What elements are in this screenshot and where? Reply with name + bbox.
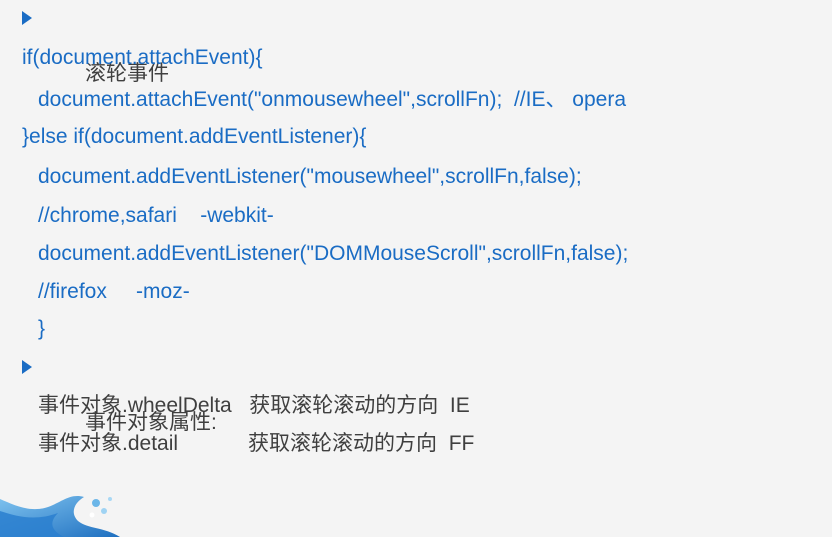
code-line: } xyxy=(38,317,46,340)
code-line: if(document.attachEvent){ xyxy=(22,46,263,69)
arrow-bullet-icon xyxy=(22,360,32,374)
code-comment-line: //chrome,safari -webkit- xyxy=(38,204,274,227)
code-line: document.addEventListener("DOMMouseScrol… xyxy=(38,242,629,265)
code-line: document.addEventListener("mousewheel",s… xyxy=(38,165,582,188)
code-comment-line: //firefox -moz- xyxy=(38,280,190,303)
slide: 滚轮事件 if(document.attachEvent){ document.… xyxy=(0,0,832,537)
wave-splash-icon xyxy=(0,496,120,537)
property-line: 事件对象.wheelDelta 获取滚轮滚动的方向 IE xyxy=(38,394,470,417)
bullet-item-event-properties: 事件对象属性: xyxy=(22,353,217,434)
bullet-item-wheel-event: 滚轮事件 xyxy=(22,4,169,85)
code-line: }else if(document.addEventListener){ xyxy=(22,125,367,148)
property-line: 事件对象.detail 获取滚轮滚动的方向 FF xyxy=(38,432,475,455)
arrow-bullet-icon xyxy=(22,11,32,25)
code-line: document.attachEvent("onmousewheel",scro… xyxy=(38,88,627,111)
